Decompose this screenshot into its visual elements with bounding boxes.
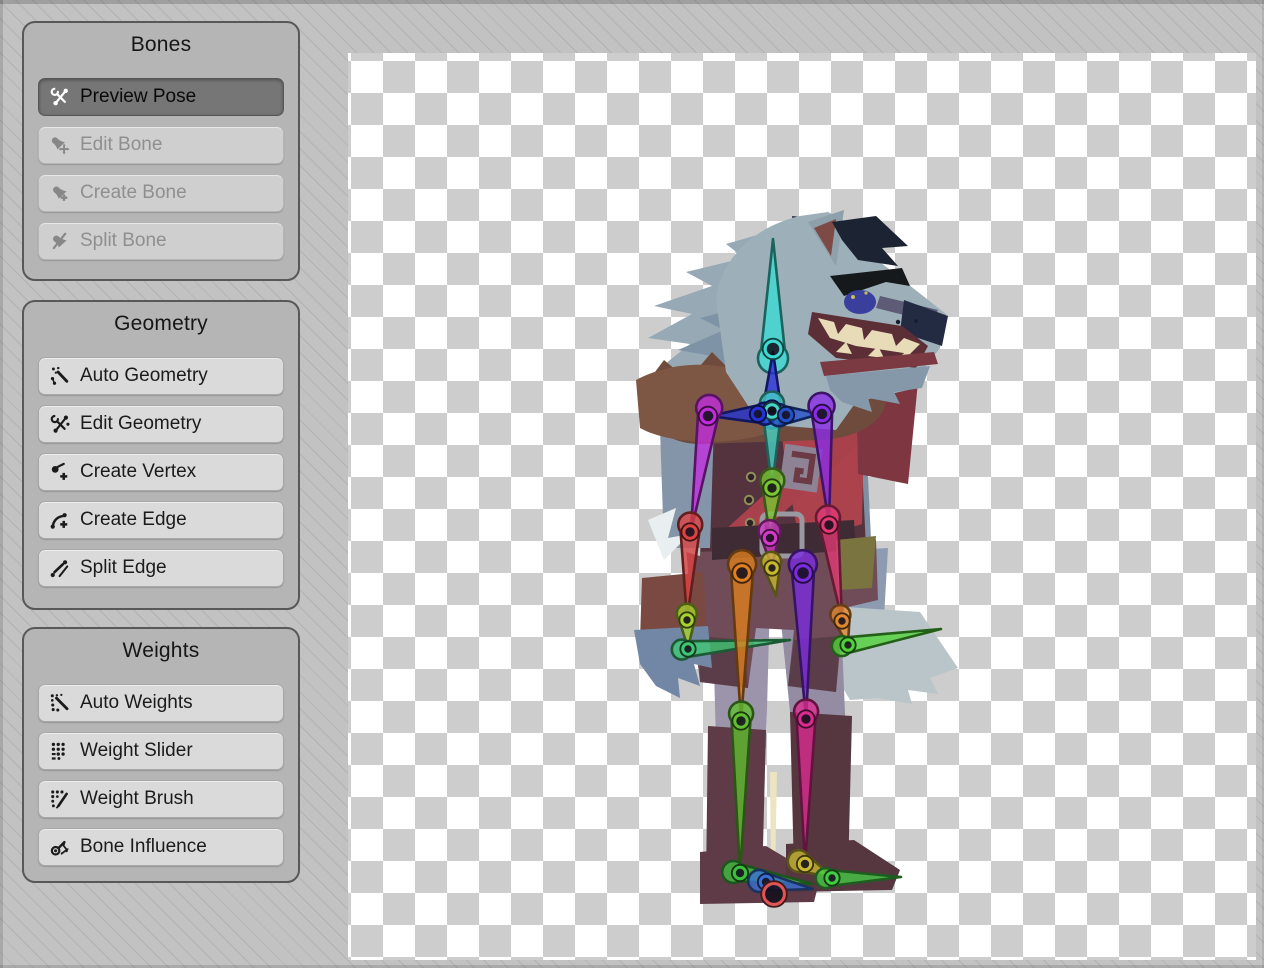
edit-bone-label: Edit Bone (80, 134, 162, 156)
dots-slider-icon (49, 740, 71, 762)
joint-spine-mid[interactable] (766, 482, 778, 494)
split-edge-button[interactable]: Split Edge (38, 549, 284, 587)
joint-forearm-l[interactable] (684, 526, 696, 538)
joint-pelvis[interactable] (767, 563, 777, 573)
bone-move-icon (49, 134, 71, 156)
preview-pose-label: Preview Pose (80, 86, 196, 108)
joint-head[interactable] (765, 341, 781, 357)
panel-weights-title: Weights (24, 629, 298, 663)
joint-foot-r[interactable] (827, 873, 837, 883)
edit-bone-button[interactable]: Edit Bone (38, 126, 284, 164)
panel-weights-buttons: Auto Weights Weight Slider Weight Brush Bon… (38, 684, 284, 866)
canvas-viewport[interactable] (348, 53, 1256, 960)
dots-brush-icon (49, 788, 71, 810)
joint-wrist-l[interactable] (682, 615, 692, 625)
panel-geometry-buttons: Auto Geometry Edit Geometry Create Vertex C… (38, 357, 284, 587)
auto-geometry-button[interactable]: Auto Geometry (38, 357, 284, 395)
joint-spine-lower[interactable] (764, 532, 775, 543)
split-bone-label: Split Bone (80, 230, 167, 252)
panel-geometry-title: Geometry (24, 302, 298, 336)
joint-hand-r[interactable] (843, 640, 853, 650)
joint-ankle-r[interactable] (799, 858, 810, 869)
joint-hand-l[interactable] (683, 644, 693, 654)
joint-upper-arm-r[interactable] (815, 407, 829, 421)
bone-split-icon (49, 230, 71, 252)
panel-geometry: Geometry Auto Geometry Edit Geometry Creat… (22, 300, 300, 610)
weight-slider-label: Weight Slider (80, 740, 193, 762)
bone-influence-button[interactable]: Bone Influence (38, 828, 284, 866)
joint-thigh-l[interactable] (735, 566, 750, 581)
panel-weights: Weights Auto Weights Weight Slider Weight … (22, 627, 300, 883)
joint-wrist-r[interactable] (837, 616, 847, 626)
dots-wand-icon (49, 692, 71, 714)
auto-weights-button[interactable]: Auto Weights (38, 684, 284, 722)
edit-geometry-label: Edit Geometry (80, 413, 201, 435)
joint-shoulder-r[interactable] (780, 409, 791, 420)
edge-plus-icon (49, 509, 71, 531)
preview-pose-button[interactable]: Preview Pose (38, 78, 284, 116)
joint-shin-r[interactable] (800, 713, 812, 725)
create-edge-button[interactable]: Create Edge (38, 501, 284, 539)
panel-bones-buttons: Preview Pose Edit Bone Create Bone Split Bo… (38, 78, 284, 260)
auto-geometry-label: Auto Geometry (80, 365, 208, 387)
wrench-bone-icon (49, 86, 71, 108)
create-vertex-label: Create Vertex (80, 461, 196, 483)
weight-slider-button[interactable]: Weight Slider (38, 732, 284, 770)
create-edge-label: Create Edge (80, 509, 187, 531)
wrench-nodes-icon (49, 413, 71, 435)
bone-influence-label: Bone Influence (80, 836, 207, 858)
weight-brush-label: Weight Brush (80, 788, 194, 810)
stage-svg (348, 53, 1256, 960)
vertex-plus-icon (49, 461, 71, 483)
auto-weights-label: Auto Weights (80, 692, 193, 714)
joint-upper-arm-l[interactable] (701, 409, 715, 423)
create-vertex-button[interactable]: Create Vertex (38, 453, 284, 491)
workspace-background: Bones Preview Pose Edit Bone Create Bone Sp… (0, 0, 1264, 968)
panel-bones-title: Bones (24, 23, 298, 57)
edit-geometry-button[interactable]: Edit Geometry (38, 405, 284, 443)
panel-bones: Bones Preview Pose Edit Bone Create Bone Sp… (22, 21, 300, 281)
joint-shin-l[interactable] (735, 715, 747, 727)
joint-thigh-r[interactable] (796, 566, 811, 581)
tool-sidebar: Bones Preview Pose Edit Bone Create Bone Sp… (0, 0, 348, 968)
bone-plus-icon (49, 182, 71, 204)
bone-influence-icon (49, 836, 71, 858)
create-bone-label: Create Bone (80, 182, 187, 204)
wand-nodes-icon (49, 365, 71, 387)
joint-shoulder-l[interactable] (752, 408, 763, 419)
create-bone-button[interactable]: Create Bone (38, 174, 284, 212)
split-edge-label: Split Edge (80, 557, 167, 579)
split-bone-button[interactable]: Split Bone (38, 222, 284, 260)
joint-foot-l[interactable] (734, 867, 745, 878)
joint-forearm-r[interactable] (823, 519, 835, 531)
joint-root[interactable] (764, 884, 785, 905)
joint-spine-upper[interactable] (766, 405, 778, 417)
edge-split-icon (49, 557, 71, 579)
weight-brush-button[interactable]: Weight Brush (38, 780, 284, 818)
